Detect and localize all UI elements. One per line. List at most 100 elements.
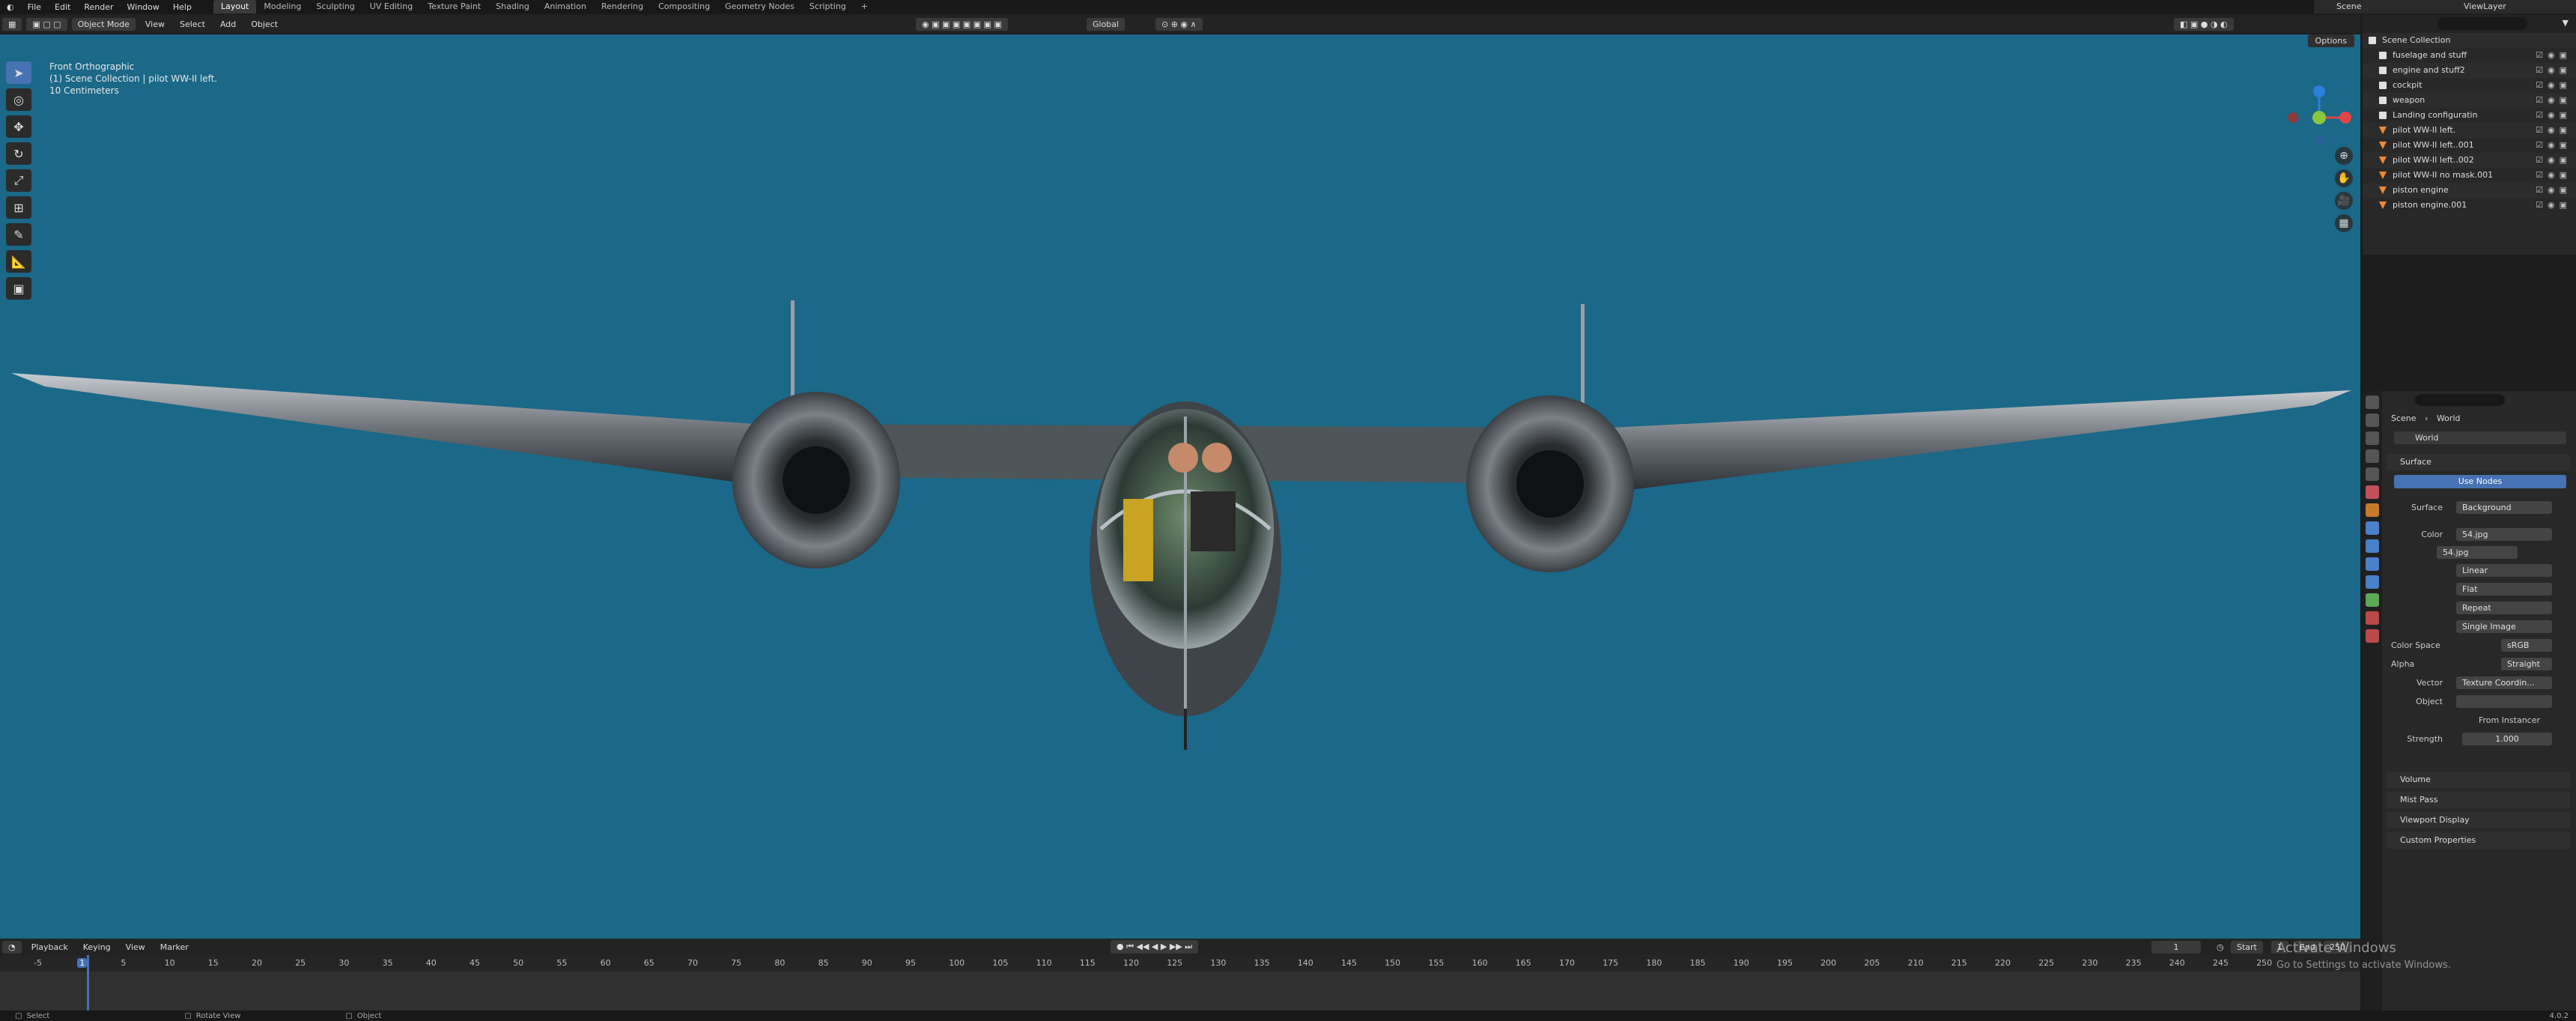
transform-orientation-dropdown[interactable]: Global	[1087, 17, 1126, 31]
tool-tab-icon[interactable]	[2366, 396, 2379, 409]
editor-type-icon[interactable]: ▦	[2, 17, 22, 31]
visibility-toggle-icons[interactable]: ☑◉▣	[2536, 93, 2572, 108]
select-mode-icons[interactable]: ▣ ▢ ▢	[26, 17, 67, 31]
render-tab-icon[interactable]	[2366, 413, 2379, 427]
tab-geometry-nodes[interactable]: Geometry Nodes	[717, 0, 802, 13]
shading-mode-icons[interactable]: ◧ ▣ ● ◑ ◐	[2174, 17, 2234, 31]
vector-value[interactable]: Texture Coordin...	[2456, 676, 2552, 689]
visibility-toggle-icons[interactable]: ☑◉▣	[2536, 198, 2572, 213]
menu-keying[interactable]: Keying	[76, 942, 118, 952]
outliner-item[interactable]: pilot WW-II left..002 ☑◉▣	[2363, 153, 2576, 168]
tab-animation[interactable]: Animation	[537, 0, 594, 13]
projection-dropdown[interactable]: Flat	[2456, 583, 2552, 596]
outliner-item[interactable]: engine and stuff2 ☑◉▣	[2363, 63, 2576, 78]
color-space-dropdown[interactable]: sRGB	[2501, 639, 2552, 652]
section-volume[interactable]: Volume	[2387, 772, 2570, 788]
strength-field[interactable]: 1.000	[2462, 733, 2552, 745]
visibility-toggle-icons[interactable]: ☑◉▣	[2536, 48, 2572, 63]
menu-render[interactable]: Render	[77, 2, 120, 12]
timeline-editor-icon[interactable]: ◔	[2, 940, 22, 954]
filter-icon[interactable]: ▼	[2563, 18, 2569, 28]
add-workspace-button[interactable]: +	[854, 0, 875, 13]
source-dropdown[interactable]: Single Image	[2456, 620, 2552, 633]
color-value[interactable]: 54.jpg	[2456, 528, 2552, 541]
outliner-item[interactable]: piston engine ☑◉▣	[2363, 183, 2576, 198]
menu-select[interactable]: Select	[172, 19, 213, 29]
timeline-track-area[interactable]	[0, 955, 2360, 1011]
outliner-item[interactable]: pilot WW-II no mask.001 ☑◉▣	[2363, 168, 2576, 183]
breadcrumb-scene[interactable]: Scene	[2391, 413, 2416, 423]
visibility-toggle-icons[interactable]: ☑◉▣	[2536, 138, 2572, 153]
outliner-item[interactable]: cockpit ☑◉▣	[2363, 78, 2576, 93]
world-tab-icon[interactable]	[2366, 485, 2379, 499]
outliner-search-input[interactable]	[2437, 17, 2527, 30]
tab-rendering[interactable]: Rendering	[594, 0, 651, 13]
menu-window[interactable]: Window	[121, 2, 166, 12]
scene-tab-icon[interactable]	[2366, 467, 2379, 481]
image-name-field[interactable]: 54.jpg	[2437, 546, 2518, 559]
playhead[interactable]	[87, 955, 89, 1011]
aircraft-model[interactable]	[0, 34, 2360, 939]
tab-texture-paint[interactable]: Texture Paint	[420, 0, 488, 13]
visibility-toggle-icons[interactable]: ☑◉▣	[2536, 168, 2572, 183]
outliner-item[interactable]: fuselage and stuff ☑◉▣	[2363, 48, 2576, 63]
blender-logo-icon[interactable]: ◐	[0, 2, 21, 12]
playback-controls[interactable]: ● ⏮ ◀◀ ◀ ▶ ▶▶ ⏭	[1111, 940, 1199, 954]
texture-tab-icon[interactable]	[2366, 629, 2379, 643]
view-layer-tab-icon[interactable]	[2366, 449, 2379, 463]
view-layer-selector[interactable]: ViewLayer	[2441, 0, 2576, 13]
menu-help[interactable]: Help	[166, 2, 198, 12]
visibility-toggle-icons[interactable]: ☑◉▣	[2536, 123, 2572, 138]
data-tab-icon[interactable]	[2366, 593, 2379, 607]
menu-playback[interactable]: Playback	[24, 942, 76, 952]
object-tab-icon[interactable]	[2366, 503, 2379, 517]
menu-marker[interactable]: Marker	[153, 942, 196, 952]
tab-shading[interactable]: Shading	[488, 0, 537, 13]
tab-sculpting[interactable]: Sculpting	[309, 0, 362, 13]
outliner-item[interactable]: piston engine.001 ☑◉▣	[2363, 198, 2576, 213]
visibility-toggle-icons[interactable]: ☑◉▣	[2536, 183, 2572, 198]
tab-modeling[interactable]: Modeling	[256, 0, 309, 13]
tab-layout[interactable]: Layout	[213, 0, 257, 13]
constraints-tab-icon[interactable]	[2366, 575, 2379, 589]
section-custom-properties[interactable]: Custom Properties	[2387, 832, 2570, 849]
menu-add[interactable]: Add	[213, 19, 243, 29]
tab-compositing[interactable]: Compositing	[651, 0, 717, 13]
outliner-item[interactable]: pilot WW-II left. ☑◉▣	[2363, 123, 2576, 138]
section-mist-pass[interactable]: Mist Pass	[2387, 792, 2570, 808]
surface-value[interactable]: Background	[2456, 501, 2552, 514]
use-nodes-button[interactable]: Use Nodes	[2394, 475, 2566, 488]
output-tab-icon[interactable]	[2366, 431, 2379, 445]
visibility-toggle-icons[interactable]: ☑◉▣	[2536, 153, 2572, 168]
extension-dropdown[interactable]: Repeat	[2456, 602, 2552, 614]
object-mode-dropdown[interactable]: Object Mode	[71, 17, 136, 31]
tab-uv-editing[interactable]: UV Editing	[362, 0, 420, 13]
menu-timeline-view[interactable]: View	[118, 942, 153, 952]
world-name-field[interactable]: World	[2394, 431, 2566, 444]
3d-viewport[interactable]: Front Orthographic (1) Scene Collection …	[0, 34, 2360, 939]
breadcrumb-world[interactable]: World	[2437, 413, 2461, 423]
snap-proportional-icons[interactable]: ⊙ ⊕ ◉ ∧	[1155, 17, 1203, 31]
section-viewport-display[interactable]: Viewport Display	[2387, 812, 2570, 828]
menu-edit[interactable]: Edit	[48, 2, 77, 12]
outliner-item[interactable]: weapon ☑◉▣	[2363, 93, 2576, 108]
visibility-toggle-icons[interactable]: ☑◉▣	[2536, 63, 2572, 78]
viewport-filter-icons[interactable]: ◉ ▣ ▣ ▣ ▣ ▣ ▣ ▣	[916, 17, 1008, 31]
interpolation-dropdown[interactable]: Linear	[2456, 564, 2552, 577]
visibility-toggle-icons[interactable]: ☑◉▣	[2536, 108, 2572, 123]
physics-tab-icon[interactable]	[2366, 557, 2379, 571]
tab-scripting[interactable]: Scripting	[802, 0, 854, 13]
current-frame-field[interactable]: 1	[2151, 940, 2201, 954]
menu-view[interactable]: View	[138, 19, 172, 29]
material-tab-icon[interactable]	[2366, 611, 2379, 625]
outliner-root[interactable]: Scene Collection	[2363, 33, 2576, 48]
visibility-toggle-icons[interactable]: ☑◉▣	[2536, 78, 2572, 93]
timeline-ruler[interactable]: -5 1 5 10 15 20 25 30 35 40 45 50 55 60 65 70 75 80 85 90 95…	[0, 955, 2360, 972]
object-field[interactable]	[2456, 695, 2552, 708]
menu-object[interactable]: Object	[243, 19, 285, 29]
clock-icon[interactable]: ◷	[2217, 942, 2224, 952]
scene-selector[interactable]: Scene	[2314, 0, 2456, 13]
from-instancer-checkbox[interactable]: From Instancer	[2479, 715, 2540, 725]
menu-file[interactable]: File	[21, 2, 48, 12]
outliner-item[interactable]: Landing configuratin ☑◉▣	[2363, 108, 2576, 123]
